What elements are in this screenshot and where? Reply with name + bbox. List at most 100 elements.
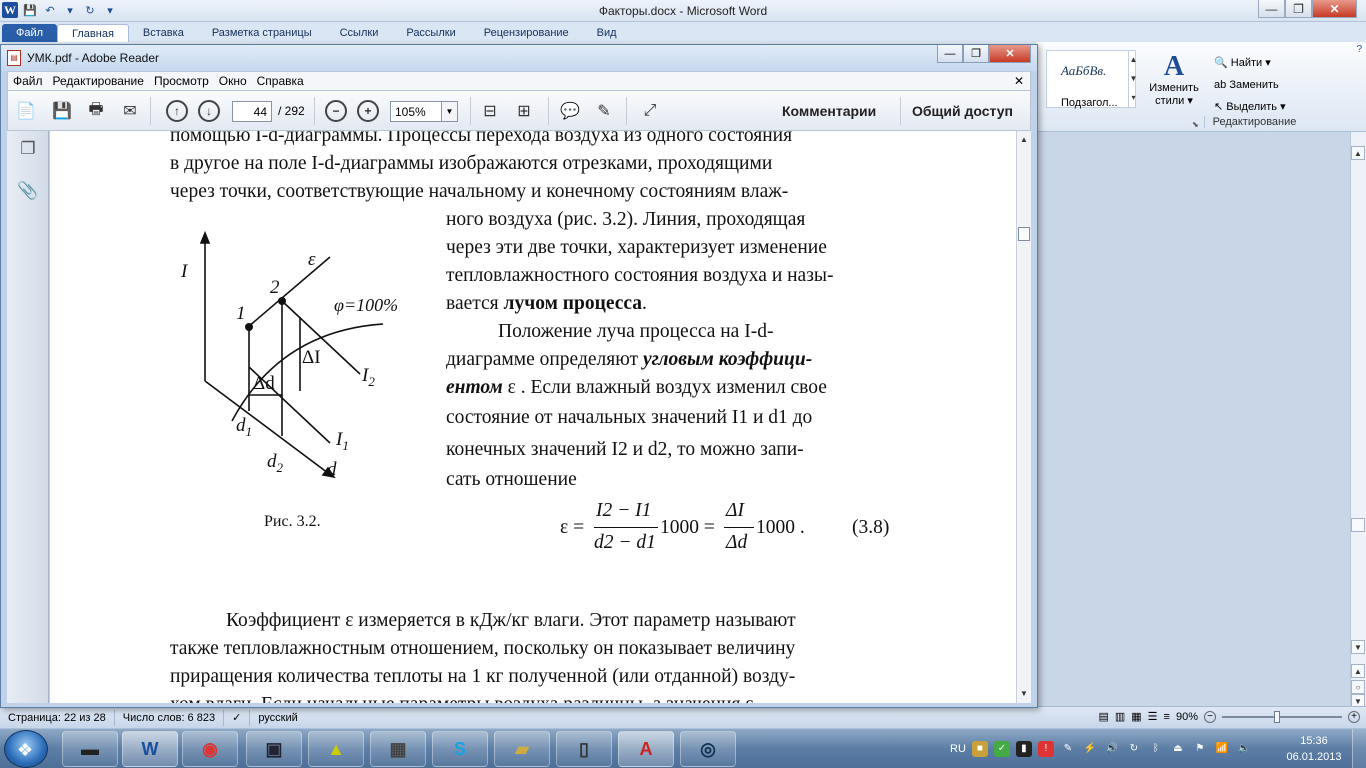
scroll-down-icon[interactable]: ▼ [1351, 640, 1365, 654]
prev-page-icon[interactable]: ▲ [1351, 664, 1365, 678]
taskbar-clock[interactable]: 15:36 06.01.2013 [1284, 733, 1344, 765]
web-layout-icon[interactable]: ▦ [1131, 710, 1141, 723]
tab-home[interactable]: Главная [57, 24, 129, 42]
zoom-slider-thumb[interactable] [1274, 710, 1280, 723]
tab-insert[interactable]: Вставка [129, 24, 198, 42]
tray-sound-icon[interactable]: 🔊 [1104, 741, 1120, 757]
select-button[interactable]: ↖ Выделить ▾ [1214, 96, 1286, 118]
share-button[interactable]: Общий доступ [912, 103, 1013, 119]
status-word-count[interactable]: Число слов: 6 823 [115, 709, 225, 726]
reader-vertical-scrollbar[interactable]: ▲ ▼ [1016, 131, 1031, 703]
taskbar-app-save[interactable]: ▣ [246, 731, 302, 767]
zoom-slider[interactable] [1222, 710, 1342, 723]
fit-width-icon[interactable]: ⊞ [512, 99, 536, 123]
taskbar-app-calculator[interactable]: ▦ [370, 731, 426, 767]
tab-view[interactable]: Вид [583, 24, 631, 42]
tray-remove-device-icon[interactable]: ⏏ [1170, 741, 1186, 757]
tab-mailings[interactable]: Рассылки [392, 24, 469, 42]
close-document-icon[interactable]: ✕ [1014, 74, 1024, 88]
tab-page-layout[interactable]: Разметка страницы [198, 24, 326, 42]
zoom-in-icon[interactable]: + [357, 100, 379, 122]
maximize-button[interactable]: ❐ [1285, 0, 1312, 18]
minimize-button[interactable]: — [1258, 0, 1285, 18]
print-layout-icon[interactable]: ▤ [1098, 710, 1108, 723]
tray-power-icon[interactable]: ⚡ [1082, 741, 1098, 757]
tray-battery-icon[interactable]: ▮ [1015, 741, 1032, 757]
zoom-dropdown-icon[interactable]: ▼ [442, 101, 458, 122]
scroll-down-icon[interactable]: ▼ [1020, 689, 1028, 698]
full-screen-reading-icon[interactable]: ▥ [1115, 710, 1125, 723]
start-button[interactable]: ❖ [4, 730, 48, 768]
taskbar-app-archicad[interactable]: ▲ [308, 731, 364, 767]
taskbar-app-notes[interactable]: ▰ [494, 731, 550, 767]
menu-edit[interactable]: Редактирование [48, 74, 149, 88]
status-language[interactable]: русский [250, 710, 305, 726]
comments-button[interactable]: Комментарии [782, 103, 876, 119]
menu-help[interactable]: Справка [252, 74, 309, 88]
tray-sync-icon[interactable]: ↻ [1126, 741, 1142, 757]
pages-icon[interactable]: ❐ [17, 139, 39, 163]
tab-references[interactable]: Ссылки [326, 24, 393, 42]
zoom-level[interactable]: 90% [1176, 711, 1198, 723]
change-styles-button[interactable]: A Изменить стили ▾ [1144, 52, 1204, 108]
taskbar-app-webcam[interactable]: ◎ [680, 731, 736, 767]
styles-dialog-launcher-icon[interactable]: ⬊ [1192, 120, 1199, 129]
word-vertical-scrollbar[interactable]: ▲ ▼ ▲ ○ ▼ [1350, 132, 1366, 708]
scroll-thumb[interactable] [1351, 518, 1365, 532]
tab-file[interactable]: Файл [2, 24, 58, 42]
tab-review[interactable]: Рецензирование [470, 24, 583, 42]
scroll-up-icon[interactable]: ▲ [1020, 135, 1028, 144]
tray-network-icon[interactable]: 📶 [1214, 741, 1230, 757]
show-desktop-button[interactable] [1352, 729, 1366, 768]
zoom-in-button[interactable]: + [1348, 710, 1360, 723]
help-icon[interactable]: ? [1356, 44, 1362, 55]
replace-button[interactable]: ab Заменить [1214, 74, 1286, 96]
style-gallery[interactable]: АаБбВв. Подзагол... [1046, 50, 1136, 109]
reader-scroll-thumb[interactable] [1018, 227, 1030, 241]
taskbar-app-phone[interactable]: ▯ [556, 731, 612, 767]
tray-volume-icon[interactable]: 🔈 [1236, 741, 1252, 757]
full-screen-icon[interactable]: ⤢ [638, 99, 662, 123]
reader-maximize-button[interactable]: ❐ [963, 45, 989, 63]
menu-view[interactable]: Просмотр [149, 74, 214, 88]
email-icon[interactable]: ✉ [118, 99, 142, 123]
tray-alert-icon[interactable]: ! [1037, 741, 1054, 757]
tray-tool-icon[interactable]: ✎ [1060, 741, 1076, 757]
previous-page-icon[interactable]: ↑ [166, 100, 188, 122]
reader-minimize-button[interactable]: — [937, 45, 963, 63]
menu-window[interactable]: Окно [214, 74, 252, 88]
attachments-icon[interactable]: 📎 [17, 181, 39, 205]
create-pdf-icon[interactable]: 📄 [14, 99, 38, 123]
zoom-out-button[interactable]: − [1204, 710, 1216, 723]
find-button[interactable]: 🔍 Найти ▾ [1214, 52, 1286, 74]
close-button[interactable]: ✕ [1312, 0, 1357, 18]
reader-close-button[interactable]: ✕ [989, 45, 1031, 63]
zoom-input[interactable] [390, 101, 442, 122]
style-gallery-scroll[interactable]: ▲ ▼ ▾ [1128, 50, 1138, 108]
save-icon[interactable]: 💾 [50, 99, 74, 123]
next-page-icon[interactable]: ↓ [198, 100, 220, 122]
page-number-input[interactable] [232, 101, 272, 122]
scroll-up-icon[interactable]: ▲ [1351, 146, 1365, 160]
language-indicator[interactable]: RU [950, 743, 966, 755]
taskbar-app-word[interactable]: W [122, 731, 178, 767]
outline-icon[interactable]: ☰ [1148, 710, 1158, 723]
comment-icon[interactable]: 💬 [558, 99, 582, 123]
menu-file[interactable]: Файл [8, 74, 48, 88]
fit-page-icon[interactable]: ⊟ [478, 99, 502, 123]
taskbar-app-skype[interactable]: S [432, 731, 488, 767]
draft-icon[interactable]: ≡ [1164, 711, 1170, 723]
print-icon[interactable]: 🖶 [84, 99, 108, 123]
browse-object-icon[interactable]: ○ [1351, 680, 1365, 694]
tray-flag-icon[interactable]: ⚑ [1192, 741, 1208, 757]
spellcheck-icon[interactable]: ✓ [224, 709, 251, 726]
status-page[interactable]: Страница: 22 из 28 [0, 709, 115, 726]
highlight-icon[interactable]: ✎ [592, 99, 616, 123]
tray-check-icon[interactable]: ✓ [993, 741, 1010, 757]
zoom-out-icon[interactable]: − [325, 100, 347, 122]
taskbar-app-adobe-reader[interactable]: A [618, 731, 674, 767]
tray-bluetooth-icon[interactable]: ᛒ [1148, 741, 1164, 757]
tray-app-icon[interactable]: ■ [971, 741, 988, 757]
taskbar-app-desktop[interactable]: ▬ [62, 731, 118, 767]
taskbar-app-chrome[interactable]: ◉ [182, 731, 238, 767]
